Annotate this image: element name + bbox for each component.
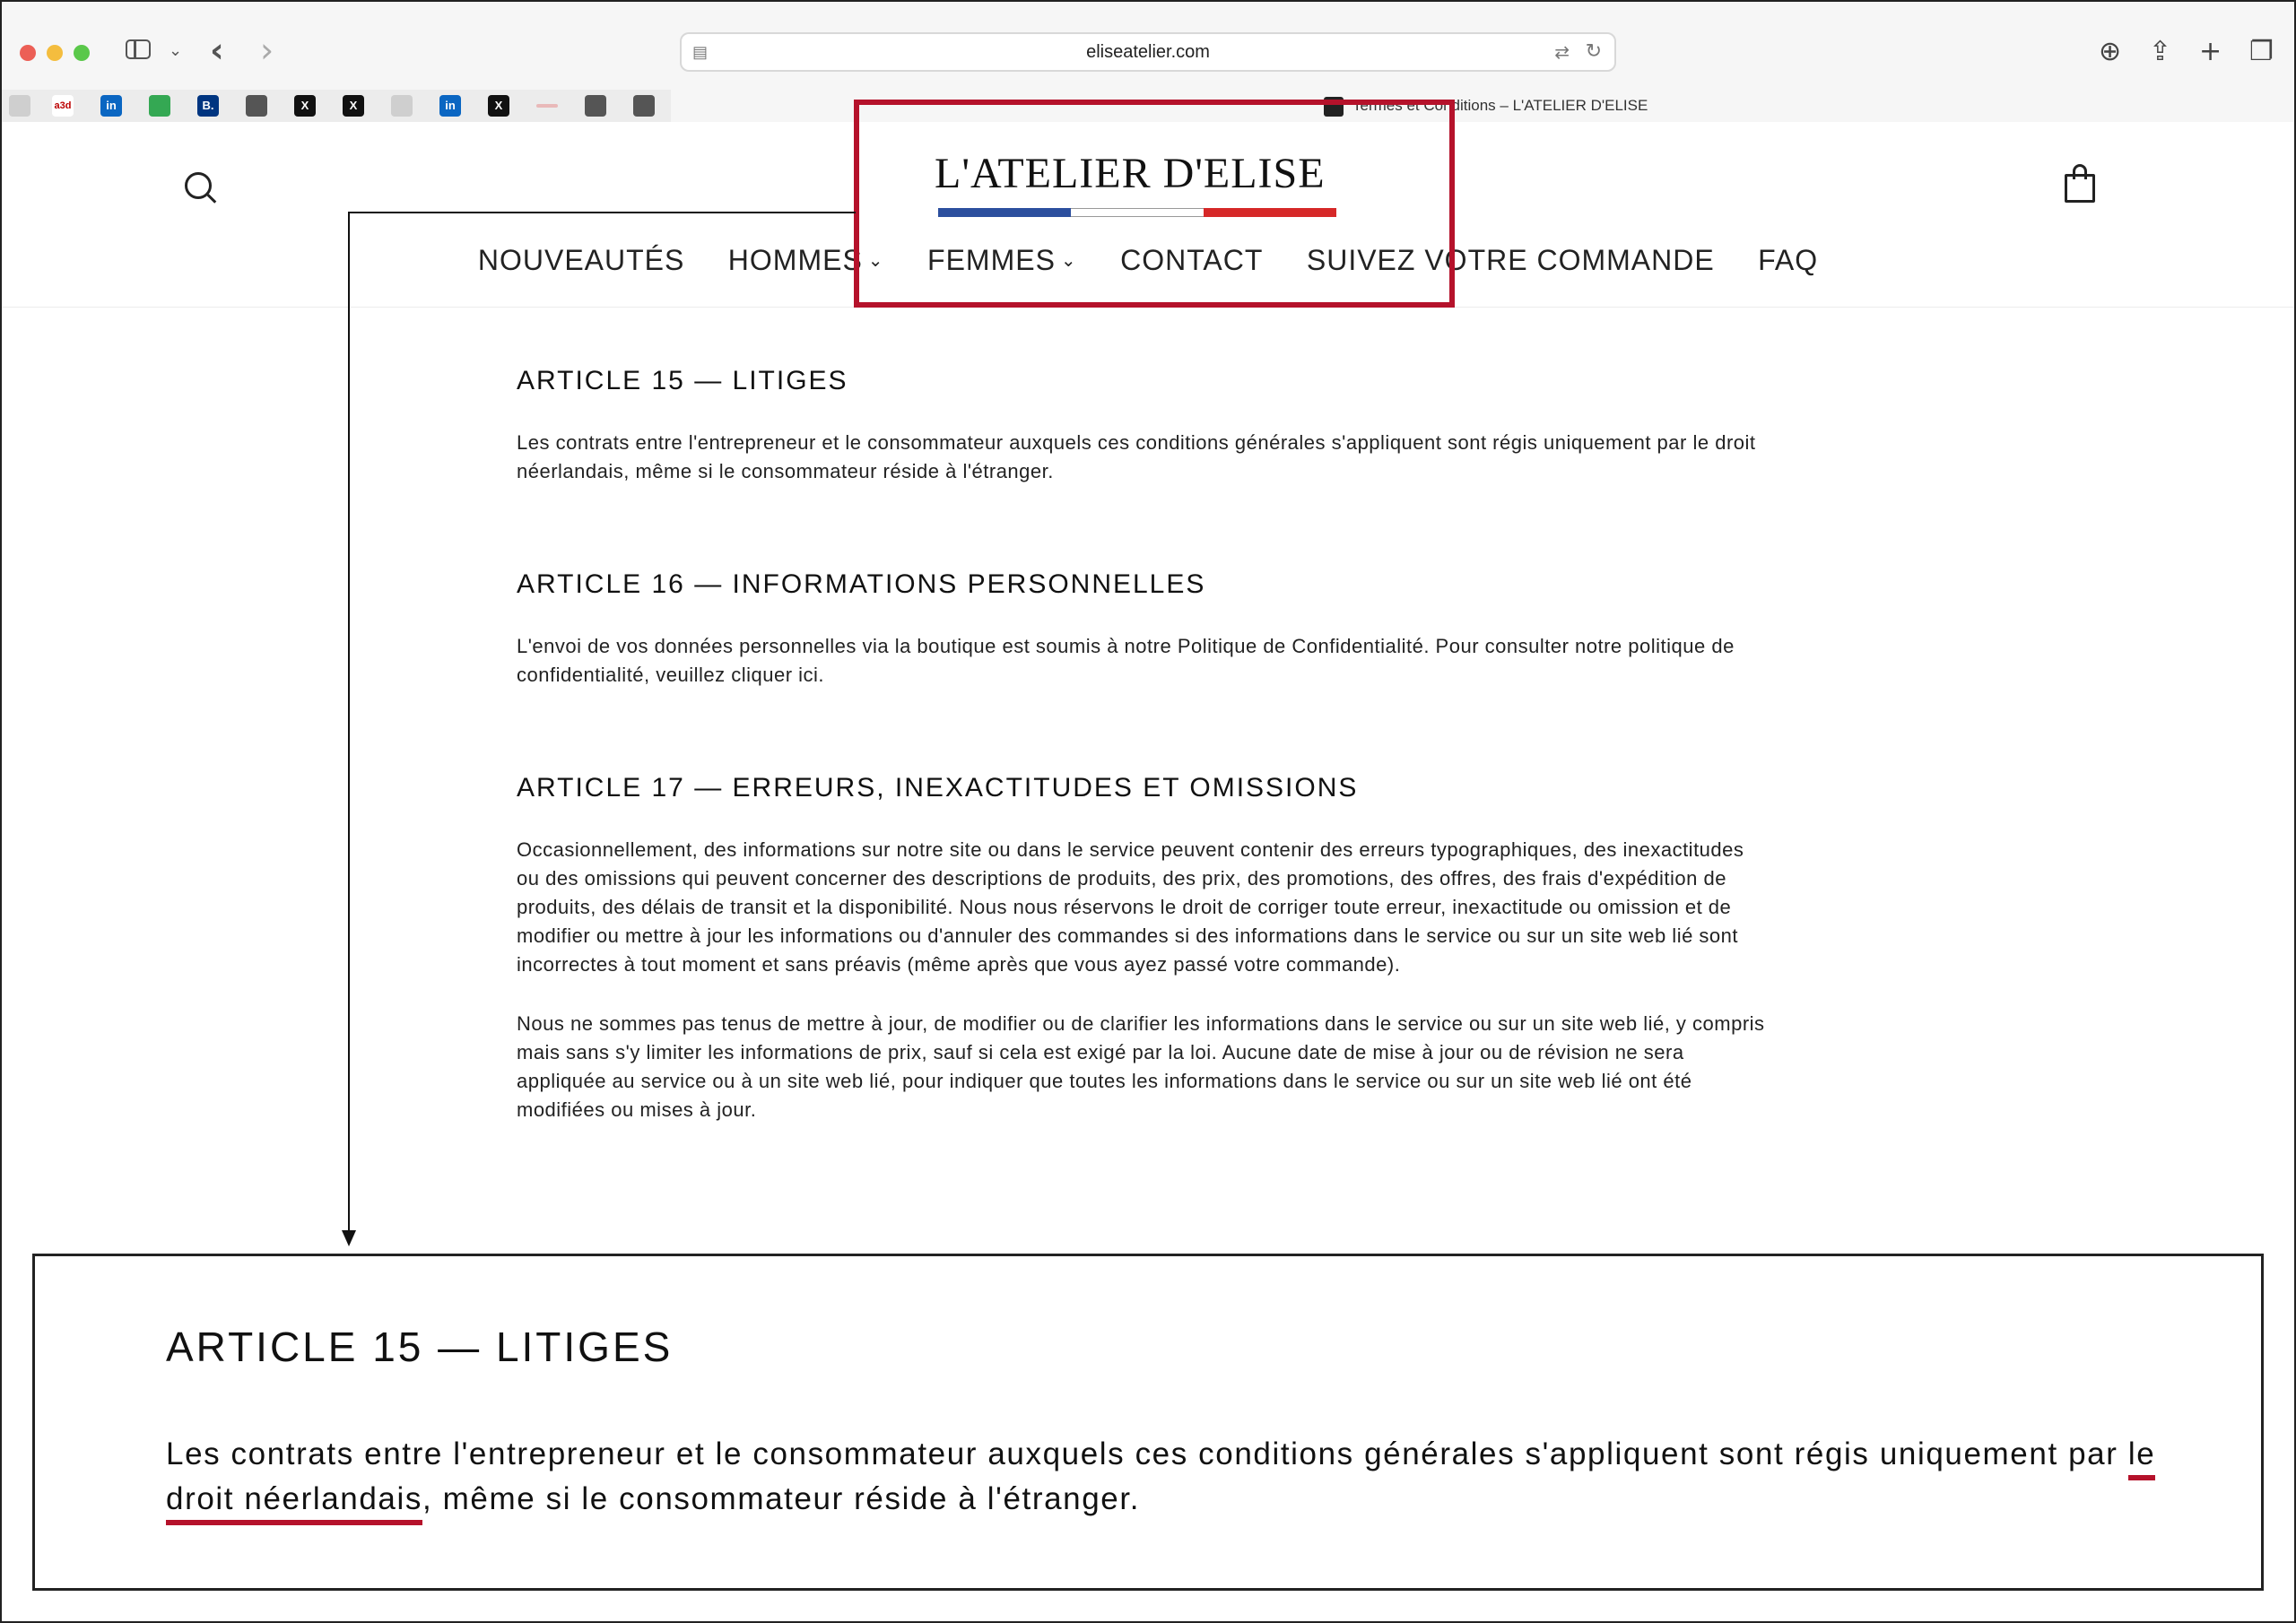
zoom-window-button[interactable] (74, 45, 90, 61)
tab-overview-icon[interactable]: ❐ (2249, 36, 2274, 67)
zoom-callout-panel: ARTICLE 15 — LITIGES Les contrats entre … (32, 1254, 2264, 1591)
bookmark-booking-icon[interactable]: B. (197, 95, 219, 117)
new-tab-icon[interactable]: + (2199, 36, 2222, 67)
bookmark-line-icon[interactable] (536, 104, 558, 108)
article-title: ARTICLE 17 — ERREURS, INEXACTITUDES ET O… (517, 773, 1359, 803)
bookmark-bird-icon[interactable] (9, 95, 30, 117)
article-text: L'envoi de vos données personnelles via … (517, 635, 1735, 686)
nav-label: FAQ (1758, 244, 1819, 276)
download-icon[interactable]: ⊕ (2099, 36, 2121, 67)
logo-highlight-box (854, 100, 1455, 308)
nav-nouveautes[interactable]: NOUVEAUTÉS (478, 244, 684, 277)
share-icon[interactable]: ⇪ (2149, 36, 2171, 67)
callout-arrow-line (348, 212, 350, 1243)
bookmark-x-icon[interactable]: X (488, 95, 509, 117)
nav-faq[interactable]: FAQ (1758, 244, 1818, 277)
article-15: ARTICLE 15 — LITIGES Les contrats entre … (517, 366, 1772, 486)
sidebar-toggle-icon[interactable] (126, 39, 151, 59)
forward-button[interactable]: › (260, 30, 274, 70)
address-bar[interactable]: ▤ eliseatelier.com ⇄ ↻ (680, 32, 1616, 72)
article-text: Occasionnellement, des informations sur … (517, 838, 1744, 976)
article-16: ARTICLE 16 — INFORMATIONS PERSONNELLES L… (517, 569, 1772, 690)
search-icon[interactable] (185, 172, 212, 199)
article-text: Nous ne sommes pas tenus de mettre à jou… (517, 1012, 1765, 1121)
back-button[interactable]: ‹ (210, 30, 224, 70)
bookmark-linkedin-icon[interactable]: in (100, 95, 122, 117)
bookmark-person-icon[interactable] (585, 95, 606, 117)
callout-arrow-line (348, 212, 856, 213)
bookmark-bird-icon[interactable] (391, 95, 413, 117)
browser-toolbar: ⌄ ‹ › ▤ eliseatelier.com ⇄ ↻ ⊕ ⇪ + ❐ (2, 2, 2294, 95)
article-title: ARTICLE 16 — INFORMATIONS PERSONNELLES (517, 569, 1206, 599)
bookmark-linkedin-icon[interactable]: in (439, 95, 461, 117)
zoom-text-before: Les contrats entre l'entrepreneur et le … (166, 1436, 2128, 1471)
chevron-down-icon[interactable]: ⌄ (169, 41, 182, 60)
close-window-button[interactable] (20, 45, 36, 61)
arrow-head-icon (342, 1230, 356, 1246)
minimize-window-button[interactable] (47, 45, 63, 61)
bookmark-person-icon[interactable] (633, 95, 655, 117)
zoom-title: ARTICLE 15 — LITIGES (166, 1324, 674, 1370)
reload-icon[interactable]: ↻ (1586, 39, 1602, 63)
bookmark-x-icon[interactable]: X (294, 95, 316, 117)
article-text: Les contrats entre l'entrepreneur et le … (517, 431, 1756, 482)
shopping-bag-icon[interactable] (2065, 164, 2095, 203)
zoom-text-after: , même si le consommateur réside à l'étr… (422, 1481, 1141, 1516)
bookmark-a3d-icon[interactable]: a3d (52, 95, 74, 117)
bookmark-person-icon[interactable] (246, 95, 267, 117)
nav-label: NOUVEAUTÉS (477, 244, 685, 276)
zoom-text: Les contrats entre l'entrepreneur et le … (166, 1432, 2229, 1525)
translate-icon[interactable]: ⇄ (1554, 41, 1570, 64)
bookmark-x-icon[interactable]: X (343, 95, 364, 117)
nav-label: HOMMES (727, 244, 863, 276)
address-text: eliseatelier.com (1086, 42, 1210, 62)
bookmark-maps-icon[interactable] (149, 95, 170, 117)
bookmarks-bar: a3d in B. X X in X (2, 90, 671, 122)
article-title: ARTICLE 15 — LITIGES (517, 366, 848, 395)
article-17: ARTICLE 17 — ERREURS, INEXACTITUDES ET O… (517, 773, 1772, 1124)
